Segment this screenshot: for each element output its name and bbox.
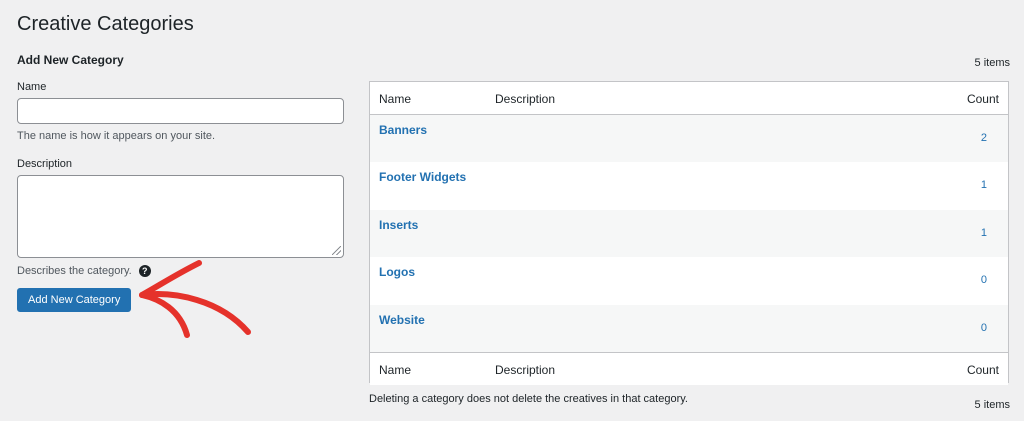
name-label: Name <box>17 81 47 93</box>
resize-grip-icon[interactable] <box>332 246 341 255</box>
table-row: Inserts 1 <box>370 209 1008 258</box>
table-row: Banners 2 <box>370 115 1008 163</box>
categories-table: Name Description Count Banners 2 Footer … <box>369 81 1009 385</box>
items-count-top: 5 items <box>974 57 1010 69</box>
category-count-link[interactable]: 1 <box>981 179 987 191</box>
page-title: Creative Categories <box>17 13 194 35</box>
category-name-link[interactable]: Logos <box>379 265 415 279</box>
column-description-header: Description <box>495 92 556 106</box>
category-count-link[interactable]: 0 <box>981 274 987 286</box>
table-footer: Name Description Count <box>370 351 1008 385</box>
category-count-link[interactable]: 2 <box>981 132 987 144</box>
field-gap <box>17 143 344 157</box>
column-count-footer: Count <box>966 362 999 377</box>
column-count-header: Count <box>966 92 999 106</box>
column-name-header: Name <box>379 92 412 106</box>
description-help-text: Describes the category. <box>17 265 132 277</box>
category-name-link[interactable]: Footer Widgets <box>379 170 466 184</box>
page: Creative Categories Add New Category Nam… <box>0 0 1024 421</box>
table-row: Logos 0 <box>370 257 1008 305</box>
column-name-footer: Name <box>379 362 412 377</box>
category-name-link[interactable]: Inserts <box>379 218 418 232</box>
table-row: Website 0 <box>370 304 1008 352</box>
description-label: Description <box>17 158 73 170</box>
name-help-text: The name is how it appears on your site. <box>17 130 216 142</box>
category-count-link[interactable]: 1 <box>981 227 987 239</box>
items-count-bottom: 5 items <box>974 399 1010 411</box>
name-input[interactable] <box>17 98 344 124</box>
table-header: Name Description Count <box>370 82 1008 115</box>
annotation-arrow-icon <box>139 260 251 338</box>
column-description-footer: Description <box>495 362 556 377</box>
description-textarea[interactable] <box>17 175 344 258</box>
category-name-link[interactable]: Website <box>379 313 425 327</box>
add-new-category-button[interactable]: Add New Category <box>17 288 132 312</box>
delete-note: Deleting a category does not delete the … <box>369 393 688 405</box>
form-heading: Add New Category <box>17 53 124 67</box>
category-name-link[interactable]: Banners <box>379 123 427 137</box>
category-count-link[interactable]: 0 <box>981 322 987 334</box>
table-row: Footer Widgets 1 <box>370 162 1008 210</box>
